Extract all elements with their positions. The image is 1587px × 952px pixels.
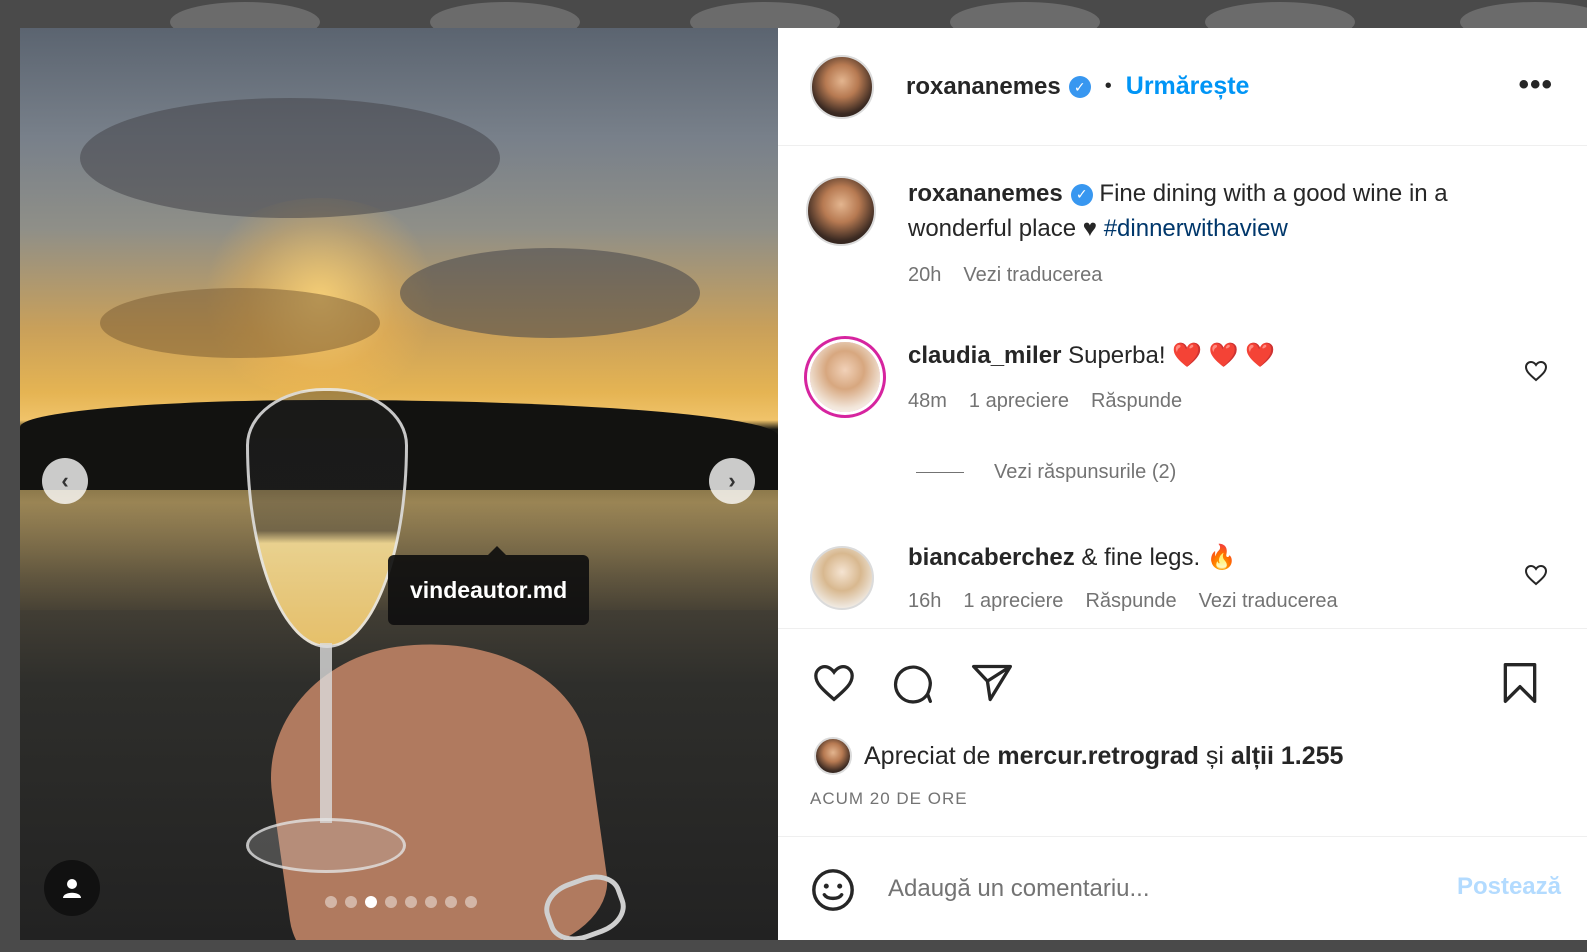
comment-translate-button[interactable]: Vezi traducerea [1199,590,1338,613]
likes-conjunction: și [1205,741,1224,770]
comment-meta: 16h 1 apreciere Răspunde Vezi traducerea [908,590,1338,613]
commenter-avatar[interactable] [810,342,880,412]
background-feed-strip [0,0,1587,42]
black-heart-icon: ♥ [1082,215,1098,242]
replies-divider [916,472,964,473]
likes-summary[interactable]: Apreciat de mercur.retrograd și alții 1.… [814,737,1343,775]
comments-list[interactable]: roxananemes ✓ Fine dining with a good win… [778,146,1587,628]
cloud-shape [80,98,500,218]
caption-time[interactable]: 20h [908,264,941,287]
post-timestamp[interactable]: ACUM 20 DE ORE [810,789,968,809]
commenter-username[interactable]: biancaberchez [908,544,1075,571]
comment-button[interactable] [888,659,936,707]
carousel-next-button[interactable]: › [709,458,755,504]
comment-text: biancaberchez & fine legs. 🔥 [908,540,1528,575]
likes-others-count[interactable]: alții 1.255 [1231,742,1344,771]
comment-likes-count[interactable]: 1 apreciere [963,590,1063,613]
person-icon [63,879,81,898]
comment-body: & fine legs. [1081,544,1201,571]
share-button[interactable] [968,659,1016,707]
likes-prefix: Apreciat de [864,741,991,770]
add-comment-bar: Postează [778,836,1587,940]
show-tags-button[interactable] [44,860,100,916]
comment-like-button[interactable] [1524,564,1548,592]
post-actions: Apreciat de mercur.retrograd și alții 1.… [778,628,1587,840]
follow-button[interactable]: Urmărește [1126,72,1250,101]
liker-avatar[interactable] [814,737,852,775]
fire-emoji-icon: 🔥 [1206,544,1237,571]
post-header: roxananemes ✓ • Urmărește ••• [778,28,1587,146]
post-modal: ‹ › vindeautor.md roxananemes ✓ • Urmăreș… [20,28,1587,940]
header-separator: • [1104,75,1112,97]
carousel-dot [365,896,377,908]
caption-translate-button[interactable]: Vezi traducerea [963,264,1102,287]
heart-outline-icon [814,664,854,702]
carousel-dot [425,896,437,908]
carousel-indicator [325,896,477,908]
save-button[interactable] [1496,659,1544,707]
chevron-right-icon: › [728,468,736,493]
wine-glass-foot [246,818,406,873]
reply-button[interactable]: Răspunde [1091,390,1182,413]
chevron-left-icon: ‹ [61,468,69,493]
paper-plane-icon [972,664,1012,702]
carousel-prev-button[interactable]: ‹ [42,458,88,504]
red-heart-emoji-icon: ❤️ ❤️ ❤️ [1172,342,1276,369]
hashtag-link[interactable]: #dinnerwithaview [1104,215,1288,242]
wine-glass-stem [320,643,332,823]
carousel-dot [405,896,417,908]
user-tag-tooltip[interactable]: vindeautor.md [388,546,590,625]
post-media[interactable]: ‹ › vindeautor.md [20,28,778,940]
heart-outline-icon [1524,360,1548,382]
commenter-avatar[interactable] [810,546,874,610]
comment-time[interactable]: 48m [908,390,947,413]
caption-meta: 20h Vezi traducerea [908,264,1102,287]
comment-meta: 48m 1 apreciere Răspunde [908,390,1182,413]
cloud-shape [400,248,700,338]
more-options-icon[interactable]: ••• [1518,68,1553,102]
view-replies-button[interactable]: Vezi răspunsurile (2) [916,461,1176,484]
verified-badge-icon: ✓ [1070,183,1093,206]
author-username[interactable]: roxananemes ✓ [906,73,1091,101]
author-username-text[interactable]: roxananemes [906,73,1061,100]
view-replies-label[interactable]: Vezi răspunsurile (2) [994,461,1176,484]
post-comment-button[interactable]: Postează [1457,873,1561,901]
like-button[interactable] [810,659,858,707]
reply-button[interactable]: Răspunde [1085,590,1176,613]
comment-time[interactable]: 16h [908,590,941,613]
author-avatar[interactable] [810,54,874,119]
heart-outline-icon [1524,564,1548,586]
comment-like-button[interactable] [1524,360,1548,388]
emoji-button[interactable] [810,867,856,918]
carousel-dot [385,896,397,908]
verified-badge-icon: ✓ [1068,76,1091,99]
comment-bubble-icon [893,665,932,704]
bookmark-icon [1503,663,1537,703]
comment-text: claudia_miler Superba! ❤️ ❤️ ❤️ [908,338,1528,373]
caption-text: roxananemes ✓ Fine dining with a good win… [908,176,1528,246]
commenter-username[interactable]: claudia_miler [908,342,1061,369]
carousel-dot [345,896,357,908]
cloud-shape [100,288,380,358]
caption-username[interactable]: roxananemes [908,180,1063,207]
carousel-dot [325,896,337,908]
caption-author-avatar[interactable] [806,176,876,246]
smiley-icon [812,869,854,911]
comment-input[interactable] [888,867,1408,911]
carousel-dot [445,896,457,908]
post-details-panel: roxananemes ✓ • Urmărește ••• roxananemes… [778,28,1587,940]
comment-likes-count[interactable]: 1 apreciere [969,390,1069,413]
liker-username[interactable]: mercur.retrograd [997,742,1198,771]
comment-body: Superba! [1068,342,1166,369]
carousel-dot [465,896,477,908]
